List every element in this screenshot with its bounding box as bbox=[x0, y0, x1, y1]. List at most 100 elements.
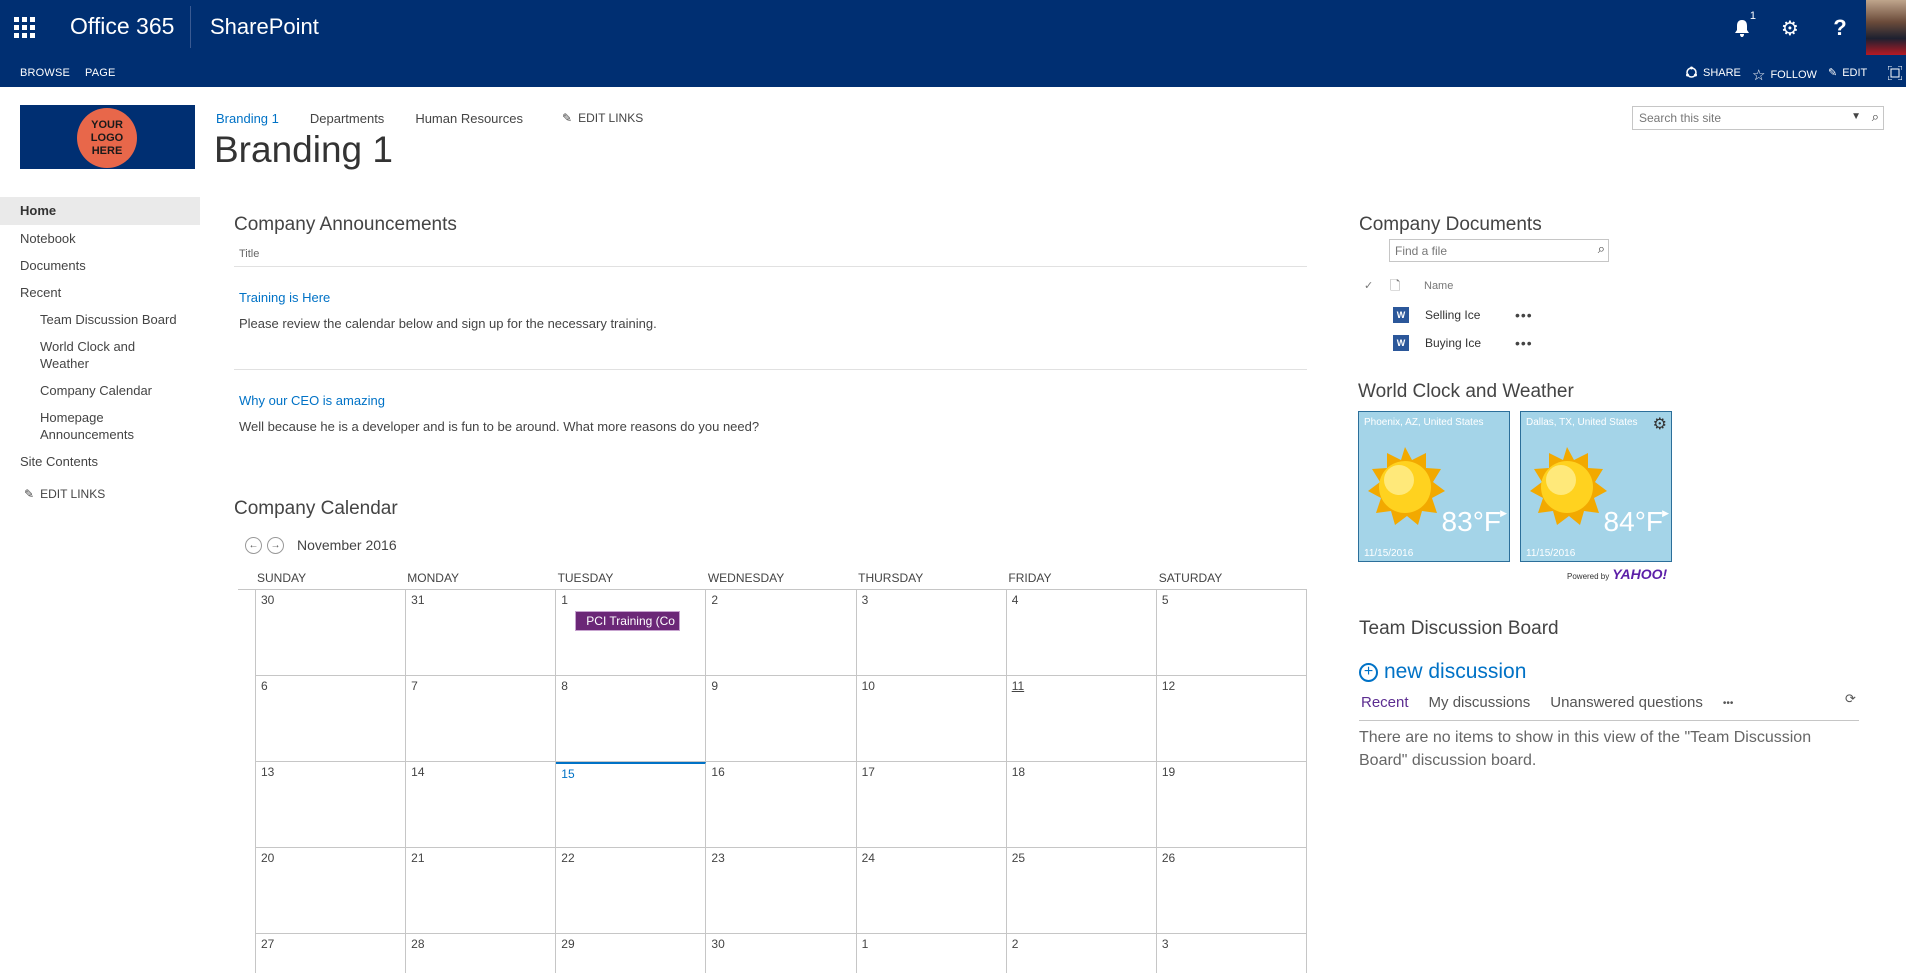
calendar-day-cell[interactable]: 8 bbox=[556, 676, 707, 762]
calendar-day-cell[interactable]: 10 bbox=[856, 676, 1007, 762]
calendar-day-number[interactable]: 30 bbox=[711, 937, 724, 951]
find-file-input[interactable]: Find a file ⌕ bbox=[1389, 239, 1609, 262]
document-row[interactable]: W Buying Ice ••• bbox=[1393, 335, 1532, 351]
calendar-day-number[interactable]: 16 bbox=[711, 765, 724, 779]
calendar-event[interactable]: PCI Training (Co bbox=[575, 611, 681, 631]
discussion-title[interactable]: Team Discussion Board bbox=[1359, 618, 1559, 640]
calendar-day-cell[interactable]: 24 bbox=[856, 848, 1007, 934]
calendar-day-number[interactable]: 3 bbox=[1162, 937, 1169, 951]
calendar-day-number[interactable]: 12 bbox=[1162, 679, 1175, 693]
office365-brand[interactable]: Office 365 bbox=[70, 13, 174, 40]
nav-site-contents[interactable]: Site Contents bbox=[0, 448, 200, 475]
calendar-day-cell[interactable]: 2 bbox=[706, 590, 857, 676]
announcements-title[interactable]: Company Announcements bbox=[234, 214, 457, 236]
more-options-icon[interactable]: ••• bbox=[1515, 335, 1533, 351]
user-avatar[interactable] bbox=[1866, 0, 1906, 55]
tab-browse[interactable]: BROWSE bbox=[20, 67, 70, 79]
calendar-day-cell[interactable]: 30 bbox=[256, 590, 407, 676]
calendar-day-number[interactable]: 2 bbox=[1012, 937, 1019, 951]
calendar-day-cell[interactable]: 18 bbox=[1006, 762, 1157, 848]
calendar-day-number[interactable]: 13 bbox=[261, 765, 274, 779]
calendar-day-number[interactable]: 2 bbox=[711, 593, 718, 607]
calendar-day-cell[interactable]: 19 bbox=[1156, 762, 1307, 848]
notifications-bell-icon[interactable]: 1 bbox=[1722, 10, 1762, 45]
calendar-day-cell[interactable]: 3 bbox=[856, 590, 1007, 676]
calendar-day-cell[interactable]: 22 bbox=[556, 848, 707, 934]
calendar-day-number[interactable]: 30 bbox=[261, 593, 274, 607]
app-name[interactable]: SharePoint bbox=[210, 14, 319, 40]
calendar-day-number[interactable]: 21 bbox=[411, 851, 424, 865]
calendar-day-cell[interactable]: 12 bbox=[1156, 676, 1307, 762]
calendar-day-cell[interactable]: 13 bbox=[256, 762, 407, 848]
calendar-day-number[interactable]: 22 bbox=[561, 851, 574, 865]
calendar-day-cell[interactable]: 27 bbox=[256, 934, 407, 973]
tile-settings-gear-icon[interactable]: ⚙ bbox=[1653, 414, 1667, 434]
tab-my-discussions[interactable]: My discussions bbox=[1429, 694, 1531, 711]
calendar-day-number[interactable]: 24 bbox=[862, 851, 875, 865]
calendar-day-number[interactable]: 23 bbox=[711, 851, 724, 865]
topnav-human-resources[interactable]: Human Resources bbox=[415, 111, 523, 126]
documents-title[interactable]: Company Documents bbox=[1359, 214, 1542, 236]
calendar-day-cell[interactable]: 3 bbox=[1157, 934, 1307, 973]
help-icon[interactable]: ? bbox=[1820, 11, 1860, 45]
calendar-title[interactable]: Company Calendar bbox=[234, 498, 398, 520]
calendar-day-cell[interactable]: 28 bbox=[406, 934, 557, 973]
calendar-day-cell[interactable]: 31 bbox=[406, 590, 557, 676]
calendar-day-number[interactable]: 3 bbox=[862, 593, 869, 607]
tab-page[interactable]: PAGE bbox=[85, 67, 116, 79]
edit-button[interactable]: ✎ EDIT bbox=[1828, 66, 1867, 80]
settings-gear-icon[interactable]: ⚙ bbox=[1770, 11, 1810, 45]
weather-title[interactable]: World Clock and Weather bbox=[1358, 381, 1574, 403]
calendar-day-number[interactable]: 6 bbox=[261, 679, 268, 693]
calendar-day-cell[interactable]: 15 bbox=[556, 762, 707, 848]
nav-homepage-announcements[interactable]: Homepage Announcements bbox=[0, 404, 160, 448]
tile-next-arrow-icon[interactable]: ▶ bbox=[1662, 508, 1669, 519]
announcement-title[interactable]: Why our CEO is amazing bbox=[239, 393, 385, 408]
document-name[interactable]: Selling Ice bbox=[1425, 308, 1480, 322]
search-input[interactable]: Search this site ▼ ⌕ bbox=[1632, 106, 1884, 130]
calendar-day-cell[interactable]: 21 bbox=[406, 848, 557, 934]
calendar-day-cell[interactable]: 5 bbox=[1156, 590, 1307, 676]
calendar-day-cell[interactable]: 25 bbox=[1006, 848, 1157, 934]
calendar-day-number[interactable]: 4 bbox=[1012, 593, 1019, 607]
calendar-day-number[interactable]: 5 bbox=[1162, 593, 1169, 607]
calendar-day-cell[interactable]: 20 bbox=[256, 848, 407, 934]
tile-next-arrow-icon[interactable]: ▶ bbox=[1500, 508, 1507, 519]
calendar-day-cell[interactable]: 26 bbox=[1156, 848, 1307, 934]
powered-by-yahoo[interactable]: Powered by YAHOO! bbox=[1567, 566, 1667, 582]
calendar-day-number[interactable]: 29 bbox=[561, 937, 574, 951]
calendar-day-number[interactable]: 7 bbox=[411, 679, 418, 693]
calendar-day-cell[interactable]: 14 bbox=[406, 762, 557, 848]
tab-recent[interactable]: Recent bbox=[1361, 694, 1409, 711]
calendar-day-number[interactable]: 28 bbox=[411, 937, 424, 951]
announcements-column-title[interactable]: Title bbox=[239, 248, 259, 260]
calendar-day-cell[interactable]: 17 bbox=[856, 762, 1007, 848]
next-month-icon[interactable]: → bbox=[267, 537, 284, 554]
more-tabs-ellipsis[interactable]: ••• bbox=[1723, 694, 1734, 711]
document-row[interactable]: W Selling Ice ••• bbox=[1393, 307, 1532, 323]
follow-button[interactable]: ☆ FOLLOW bbox=[1752, 66, 1817, 84]
calendar-day-number[interactable]: 9 bbox=[711, 679, 718, 693]
calendar-day-cell[interactable]: 11 bbox=[1006, 676, 1157, 762]
nav-notebook[interactable]: Notebook bbox=[0, 225, 200, 252]
calendar-day-cell[interactable]: 29 bbox=[556, 934, 707, 973]
site-logo[interactable]: YOUR LOGO HERE bbox=[20, 105, 195, 169]
calendar-day-number[interactable]: 1 bbox=[561, 593, 568, 607]
search-scope-dropdown-icon[interactable]: ▼ bbox=[1851, 111, 1861, 122]
calendar-day-number[interactable]: 10 bbox=[862, 679, 875, 693]
weather-tile[interactable]: Phoenix, AZ, United States 83°F ▶ 11/15/… bbox=[1358, 411, 1510, 562]
nav-team-discussion-board[interactable]: Team Discussion Board bbox=[0, 306, 200, 333]
calendar-day-number[interactable]: 1 bbox=[862, 937, 869, 951]
calendar-day-cell[interactable]: 1 bbox=[857, 934, 1007, 973]
more-options-icon[interactable]: ••• bbox=[1515, 307, 1533, 323]
search-icon[interactable]: ⌕ bbox=[1872, 109, 1879, 125]
topnav-departments[interactable]: Departments bbox=[310, 111, 384, 126]
calendar-day-cell[interactable]: 16 bbox=[706, 762, 857, 848]
calendar-day-cell[interactable]: 1 PCI Training (Co bbox=[556, 590, 707, 676]
document-name[interactable]: Buying Ice bbox=[1425, 336, 1481, 350]
tab-unanswered-questions[interactable]: Unanswered questions bbox=[1550, 694, 1703, 711]
calendar-day-number[interactable]: 11 bbox=[1012, 679, 1024, 693]
nav-world-clock[interactable]: World Clock and Weather bbox=[0, 333, 160, 377]
calendar-day-cell[interactable]: 6 bbox=[256, 676, 407, 762]
calendar-day-cell[interactable]: 4 bbox=[1006, 590, 1157, 676]
